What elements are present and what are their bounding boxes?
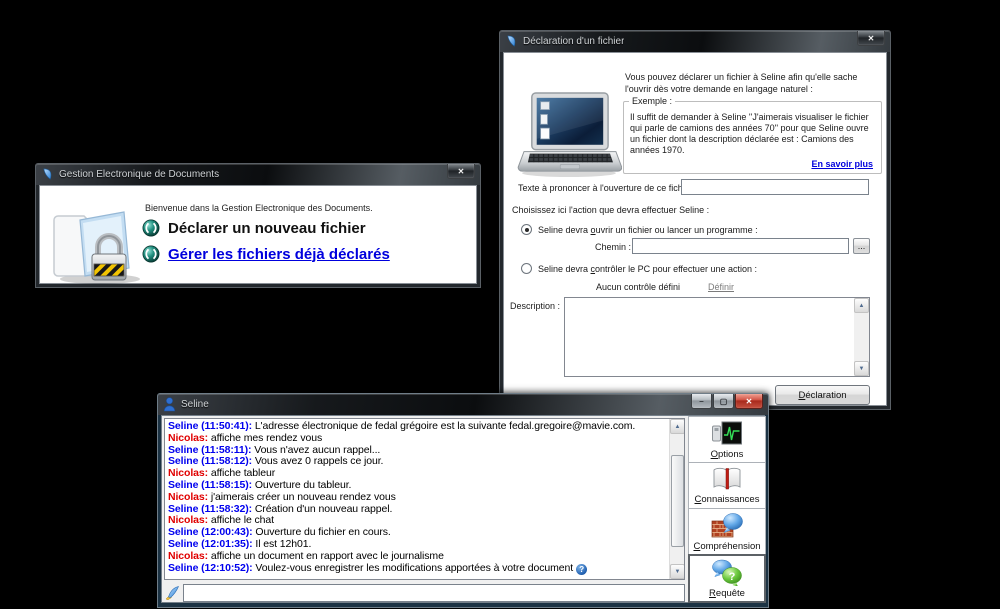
- radio-control-pc[interactable]: [521, 263, 532, 274]
- example-groupbox: Exemple : Il suffit de demander à Seline…: [623, 101, 882, 174]
- sidebar-item-requete[interactable]: ? Requête: [688, 554, 766, 603]
- locked-folder-icon: [50, 196, 150, 286]
- close-icon[interactable]: ✕: [447, 164, 475, 179]
- gestion-window: Gestion Electronique de Documents ✕ Bien…: [35, 163, 481, 288]
- seline-content: Seline (11:50:41): L'adresse électroniqu…: [161, 415, 765, 603]
- seline-window-title: Seline: [181, 399, 209, 410]
- bullet-icon: [142, 245, 160, 263]
- declaration-button[interactable]: Déclaration: [775, 385, 870, 405]
- svg-text:?: ?: [729, 571, 736, 583]
- chat-log: Seline (11:50:41): L'adresse électroniqu…: [168, 421, 667, 577]
- chat-bubbles-icon: ?: [711, 559, 743, 586]
- person-icon: [163, 397, 176, 412]
- manage-declared-files-link: Gérer les fichiers déjà déclarés: [168, 246, 390, 263]
- speak-label: Texte à prononcer à l'ouverture de ce fi…: [518, 183, 698, 193]
- description-label: Description :: [510, 301, 560, 311]
- quill-icon: [164, 585, 180, 601]
- scroll-up-icon[interactable]: ▲: [854, 298, 869, 313]
- seline-sidebar: Options Connaissances: [688, 416, 766, 602]
- chat-area: Seline (11:50:41): L'adresse électroniqu…: [164, 418, 685, 580]
- no-control-text: Aucun contrôle défini: [596, 282, 680, 292]
- book-icon: [711, 466, 743, 492]
- seline-titlebar[interactable]: Seline – ▢ ✕: [158, 394, 768, 415]
- sidebar-label: Compréhension: [693, 541, 760, 552]
- options-icon: [711, 420, 743, 447]
- sidebar-item-options[interactable]: Options: [688, 416, 766, 463]
- declare-new-file-item[interactable]: Déclarer un nouveau fichier: [142, 219, 366, 237]
- chemin-input[interactable]: [632, 238, 849, 254]
- radio-open-file[interactable]: [521, 224, 532, 235]
- scroll-up-icon[interactable]: ▲: [670, 419, 685, 434]
- declaration-content: Vous pouvez déclarer un fichier à Seline…: [503, 52, 887, 406]
- laptop-icon: [514, 91, 622, 179]
- chat-scrollbar[interactable]: ▲ ▼: [669, 419, 684, 579]
- minimize-icon[interactable]: –: [691, 394, 712, 409]
- declaration-window: Déclaration d'un fichier ✕ Vous pouvez d…: [499, 30, 891, 410]
- chat-message-input[interactable]: [183, 584, 685, 602]
- welcome-text: Bienvenue dans la Gestion Electronique d…: [145, 203, 373, 213]
- action-label: Choisissez ici l'action que devra effect…: [512, 205, 709, 215]
- close-icon[interactable]: ✕: [735, 394, 763, 409]
- learn-more-link[interactable]: En savoir plus: [811, 159, 873, 169]
- gestion-window-title: Gestion Electronique de Documents: [59, 169, 219, 180]
- sidebar-item-comprehension[interactable]: Compréhension: [688, 508, 766, 555]
- browse-button[interactable]: ...: [853, 238, 870, 254]
- chat-input-row: [164, 582, 685, 603]
- scroll-down-icon[interactable]: ▼: [670, 564, 685, 579]
- description-scrollbar[interactable]: ▲ ▼: [854, 298, 869, 376]
- intro-text: Vous pouvez déclarer un fichier à Seline…: [625, 72, 885, 95]
- manage-declared-files-item[interactable]: Gérer les fichiers déjà déclarés: [142, 245, 390, 263]
- example-body: Il suffit de demander à Seline ''J'aimer…: [630, 112, 875, 156]
- sidebar-label: Options: [711, 449, 744, 460]
- help-icon: ?: [576, 564, 587, 575]
- sidebar-item-connaissances[interactable]: Connaissances: [688, 462, 766, 509]
- sidebar-label: Connaissances: [695, 494, 760, 505]
- sidebar-label: Requête: [709, 588, 745, 599]
- declare-new-file-label: Déclarer un nouveau fichier: [168, 220, 366, 237]
- gestion-titlebar[interactable]: Gestion Electronique de Documents ✕: [36, 164, 480, 185]
- gestion-content: Bienvenue dans la Gestion Electronique d…: [39, 185, 477, 284]
- example-legend: Exemple :: [629, 96, 675, 106]
- chat-message: Seline (12:01:35): Il est 12h01.: [168, 539, 667, 551]
- declaration-titlebar[interactable]: Déclaration d'un fichier ✕: [500, 31, 890, 52]
- app-logo-icon: [505, 35, 518, 48]
- bullet-icon: [142, 219, 160, 237]
- scroll-down-icon[interactable]: ▼: [854, 361, 869, 376]
- chemin-label: Chemin :: [595, 242, 631, 252]
- close-icon[interactable]: ✕: [857, 31, 885, 46]
- scrollbar-thumb[interactable]: [671, 455, 684, 547]
- declaration-window-title: Déclaration d'un fichier: [523, 36, 624, 47]
- chat-message: Seline (11:58:15): Ouverture du tableur.: [168, 480, 667, 492]
- maximize-icon[interactable]: ▢: [713, 394, 734, 409]
- app-logo-icon: [41, 168, 54, 181]
- radio-open-file-label[interactable]: Seline devra ouvrir un fichier ou lancer…: [538, 225, 758, 235]
- seline-window: Seline – ▢ ✕ Seline (11:50:41): L'adress…: [157, 393, 769, 608]
- description-textarea[interactable]: ▲ ▼: [564, 297, 870, 377]
- definir-link[interactable]: Définir: [708, 282, 734, 292]
- radio-control-pc-label[interactable]: Seline devra contrôler le PC pour effect…: [538, 264, 757, 274]
- wall-bubble-icon: [711, 512, 743, 539]
- speak-input[interactable]: [681, 179, 869, 195]
- chat-message: Seline (12:10:52): Voulez-vous enregistr…: [168, 563, 667, 575]
